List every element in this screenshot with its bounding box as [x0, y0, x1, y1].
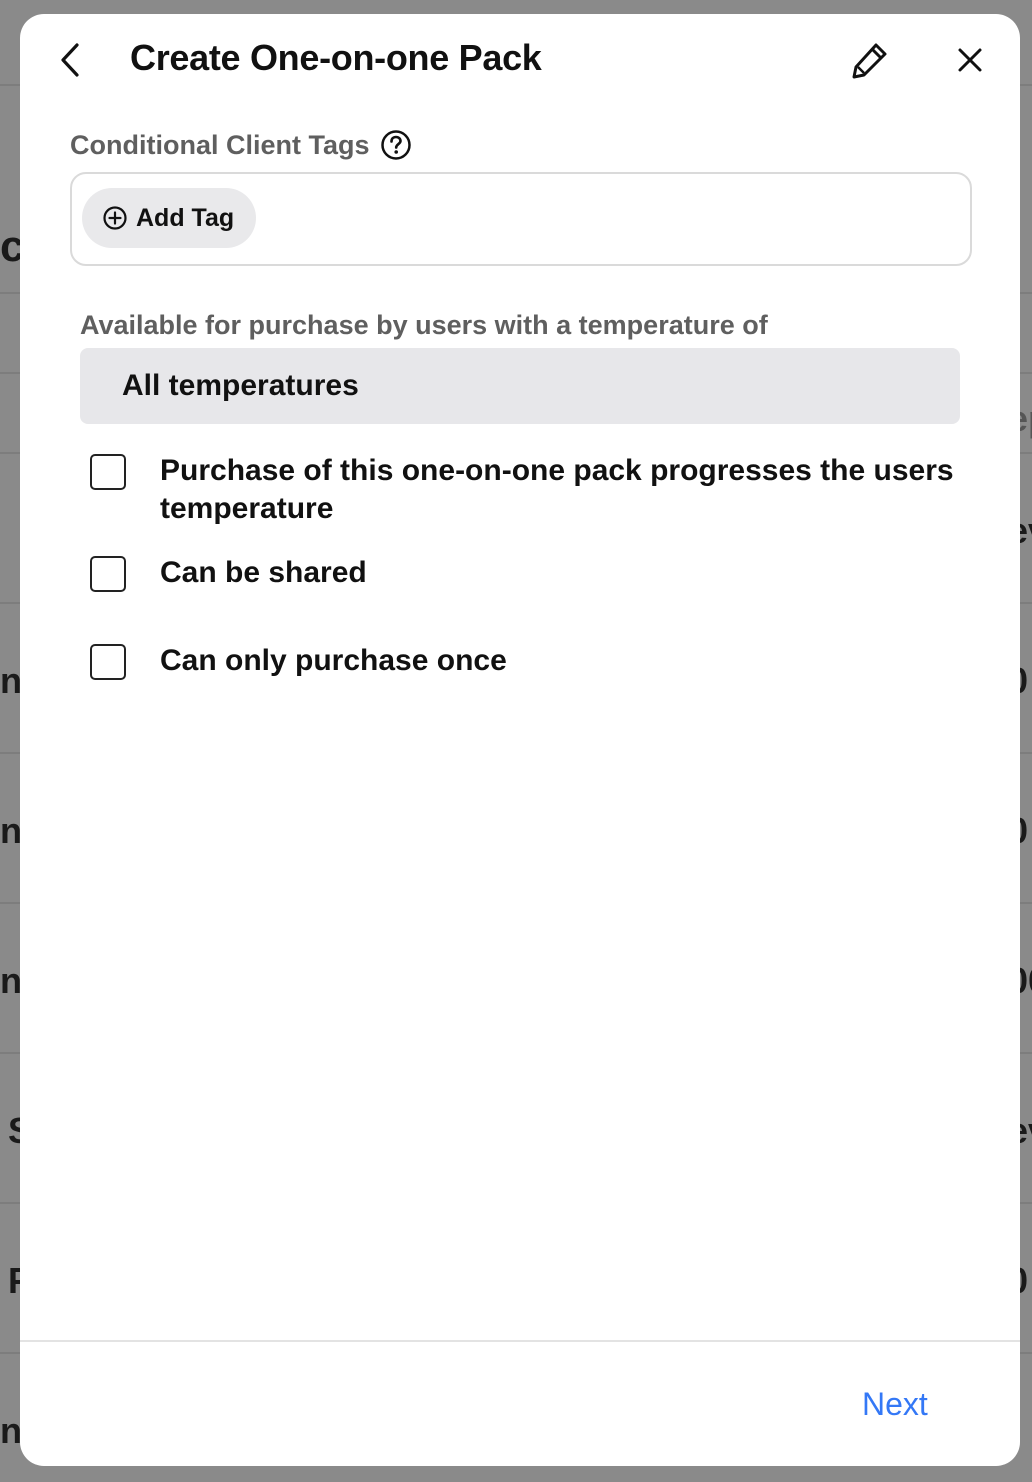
- option-progress-temperature[interactable]: Purchase of this one-on-one pack progres…: [90, 452, 960, 528]
- add-tag-button[interactable]: Add Tag: [82, 188, 257, 248]
- add-tag-label: Add Tag: [136, 203, 235, 232]
- back-button[interactable]: [50, 36, 90, 84]
- modal-header: Create One-on-one Pack: [20, 14, 1020, 106]
- client-tags-heading: Conditional Client Tags: [70, 128, 412, 162]
- option-purchase-once[interactable]: Can only purchase once: [90, 642, 960, 680]
- option-can-be-shared[interactable]: Can be shared: [90, 554, 960, 592]
- tags-input-area[interactable]: Add Tag: [70, 172, 972, 266]
- option-label: Can only purchase once: [160, 644, 507, 677]
- can-be-shared-checkbox[interactable]: [90, 556, 126, 592]
- background-text: n: [0, 810, 22, 851]
- temperature-label: Available for purchase by users with a t…: [80, 310, 768, 340]
- question-circle-icon[interactable]: [380, 129, 412, 161]
- footer-divider: [20, 1340, 1020, 1342]
- edit-button[interactable]: [842, 36, 898, 84]
- modal-title: Create One-on-one Pack: [130, 37, 542, 78]
- progress-temperature-checkbox[interactable]: [90, 454, 126, 490]
- option-label: Purchase of this one-on-one pack progres…: [160, 454, 954, 525]
- client-tags-label: Conditional Client Tags: [70, 130, 370, 160]
- purchase-once-checkbox[interactable]: [90, 644, 126, 680]
- create-pack-modal: Create One-on-one Pack Conditional Clien…: [20, 14, 1020, 1466]
- pencil-icon: [852, 43, 887, 79]
- chevron-left-icon: [61, 43, 79, 77]
- temperature-selected-value: All temperatures: [122, 369, 359, 402]
- background-text: n: [0, 660, 22, 701]
- background-text: n: [0, 960, 22, 1001]
- option-label: Can be shared: [160, 556, 367, 589]
- close-icon: [958, 48, 982, 72]
- temperature-select[interactable]: All temperatures: [80, 348, 960, 424]
- next-button[interactable]: Next: [862, 1384, 928, 1424]
- plus-circle-icon: [103, 206, 127, 230]
- close-button[interactable]: [948, 36, 992, 84]
